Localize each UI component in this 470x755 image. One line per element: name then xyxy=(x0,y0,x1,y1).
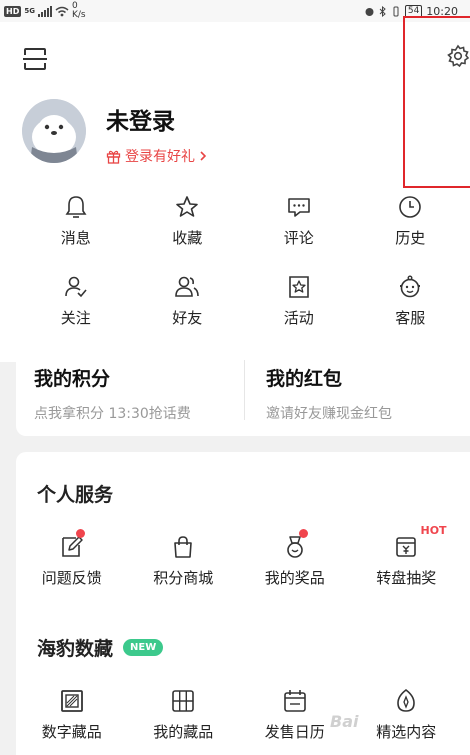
quick-actions-row1: 消息 收藏 评论 历史 xyxy=(20,194,466,248)
red-packet-subtitle: 邀请好友赚现金红包 xyxy=(266,406,392,422)
wifi-icon xyxy=(55,6,69,16)
quick-action-activities[interactable]: 活动 xyxy=(243,274,355,328)
personal-services-title: 个人服务 xyxy=(37,484,114,506)
my-points-subtitle: 点我拿积分 13:30抢话费 xyxy=(34,406,191,422)
service-label: 积分商城 xyxy=(153,569,214,587)
bell-icon xyxy=(65,196,87,218)
service-icon xyxy=(400,275,421,298)
hot-tag: HOT xyxy=(420,524,447,537)
follow-icon xyxy=(64,276,87,298)
activity-icon xyxy=(288,276,309,298)
new-badge: NEW xyxy=(123,639,164,656)
personal-services-grid: 问题反馈 积分商城 我的奖品 HOT 转盘抽奖 xyxy=(16,524,463,588)
quick-action-customer-service[interactable]: 客服 xyxy=(355,274,467,328)
hd-badge: HD xyxy=(4,5,22,17)
network-type: 5G xyxy=(24,7,35,15)
alarm-icon xyxy=(365,7,374,16)
collection-label: 精选内容 xyxy=(376,723,437,741)
seal-avatar-icon xyxy=(22,99,86,163)
quick-action-label: 活动 xyxy=(283,309,314,327)
quick-action-favorites[interactable]: 收藏 xyxy=(132,194,244,248)
vibrate-icon xyxy=(393,6,399,16)
red-packet-title: 我的红包 xyxy=(266,368,343,390)
quick-action-comments[interactable]: 评论 xyxy=(243,194,355,248)
quick-action-label: 评论 xyxy=(283,229,314,247)
grid-icon xyxy=(172,690,195,712)
collection-grid: 数字藏品 我的藏品 发售日历 精选内容 xyxy=(16,688,462,742)
username[interactable]: 未登录 xyxy=(106,102,175,136)
bluetooth-icon xyxy=(379,5,386,17)
featured-icon xyxy=(397,688,416,712)
quick-action-label: 关注 xyxy=(60,309,91,327)
login-gift-label: 登录有好礼 xyxy=(125,149,195,165)
clock-icon xyxy=(399,196,422,218)
watermark: Bai xyxy=(330,712,359,731)
digital-collection-icon xyxy=(60,690,83,712)
network-speed: 0 K/s xyxy=(71,1,86,20)
collection-title-text: 海豹数藏 xyxy=(37,638,114,660)
collection-title: 海豹数藏 NEW xyxy=(37,634,164,661)
signal-icon xyxy=(37,5,52,17)
collection-mine[interactable]: 我的藏品 xyxy=(128,688,240,742)
my-points[interactable]: 我的积分 点我拿积分 13:30抢话费 xyxy=(34,364,191,423)
divider xyxy=(244,360,245,420)
collection-digital[interactable]: 数字藏品 xyxy=(16,688,128,742)
profile-header: 未登录 登录有好礼 消息 收藏 评论 历史 关注 好友 活动 客服 xyxy=(0,16,470,362)
status-bar: HD 5G 0 K/s 54 10:20 xyxy=(0,0,470,22)
quick-action-history[interactable]: 历史 xyxy=(355,194,467,248)
scan-icon[interactable] xyxy=(22,46,48,72)
quick-action-friends[interactable]: 好友 xyxy=(132,274,244,328)
avatar[interactable] xyxy=(22,99,86,163)
quick-action-label: 好友 xyxy=(172,309,203,327)
service-my-prizes[interactable]: 我的奖品 xyxy=(239,529,351,588)
service-label: 问题反馈 xyxy=(41,569,102,587)
notification-dot xyxy=(76,529,85,538)
quick-action-follow[interactable]: 关注 xyxy=(20,274,132,328)
gift-icon xyxy=(106,150,121,164)
star-icon xyxy=(176,196,199,217)
collection-label: 我的藏品 xyxy=(153,723,214,741)
quick-action-label: 消息 xyxy=(60,229,91,247)
quick-actions-row2: 关注 好友 活动 客服 xyxy=(20,274,466,328)
chevron-right-icon xyxy=(200,151,207,161)
service-label: 转盘抽奖 xyxy=(376,569,437,587)
service-lottery[interactable]: HOT 转盘抽奖 xyxy=(351,524,463,588)
calendar-icon xyxy=(283,690,306,712)
service-label: 我的奖品 xyxy=(264,569,325,587)
collection-label: 发售日历 xyxy=(264,723,325,741)
highlight-box xyxy=(403,16,470,188)
quick-action-label: 历史 xyxy=(395,229,426,247)
login-gift-link[interactable]: 登录有好礼 xyxy=(106,146,207,166)
collection-featured[interactable]: 精选内容 xyxy=(351,688,463,742)
my-red-packet[interactable]: 我的红包 邀请好友赚现金红包 xyxy=(266,364,392,423)
service-points-mall[interactable]: 积分商城 xyxy=(128,534,240,588)
quick-action-label: 客服 xyxy=(395,309,426,327)
services-card: 个人服务 问题反馈 积分商城 我的奖品 HOT 转盘抽奖 海豹数藏 NEW 数字… xyxy=(16,452,470,755)
notification-dot xyxy=(299,529,308,538)
quick-action-label: 收藏 xyxy=(172,229,203,247)
collection-label: 数字藏品 xyxy=(41,723,102,741)
friends-icon xyxy=(175,276,200,297)
points-card: 我的积分 点我拿积分 13:30抢话费 我的红包 邀请好友赚现金红包 xyxy=(16,340,470,436)
service-feedback[interactable]: 问题反馈 xyxy=(16,529,128,588)
my-points-title: 我的积分 xyxy=(34,368,111,390)
lottery-icon xyxy=(396,537,417,557)
quick-action-messages[interactable]: 消息 xyxy=(20,194,132,248)
shopping-bag-icon xyxy=(174,536,193,558)
comment-icon xyxy=(287,198,310,217)
